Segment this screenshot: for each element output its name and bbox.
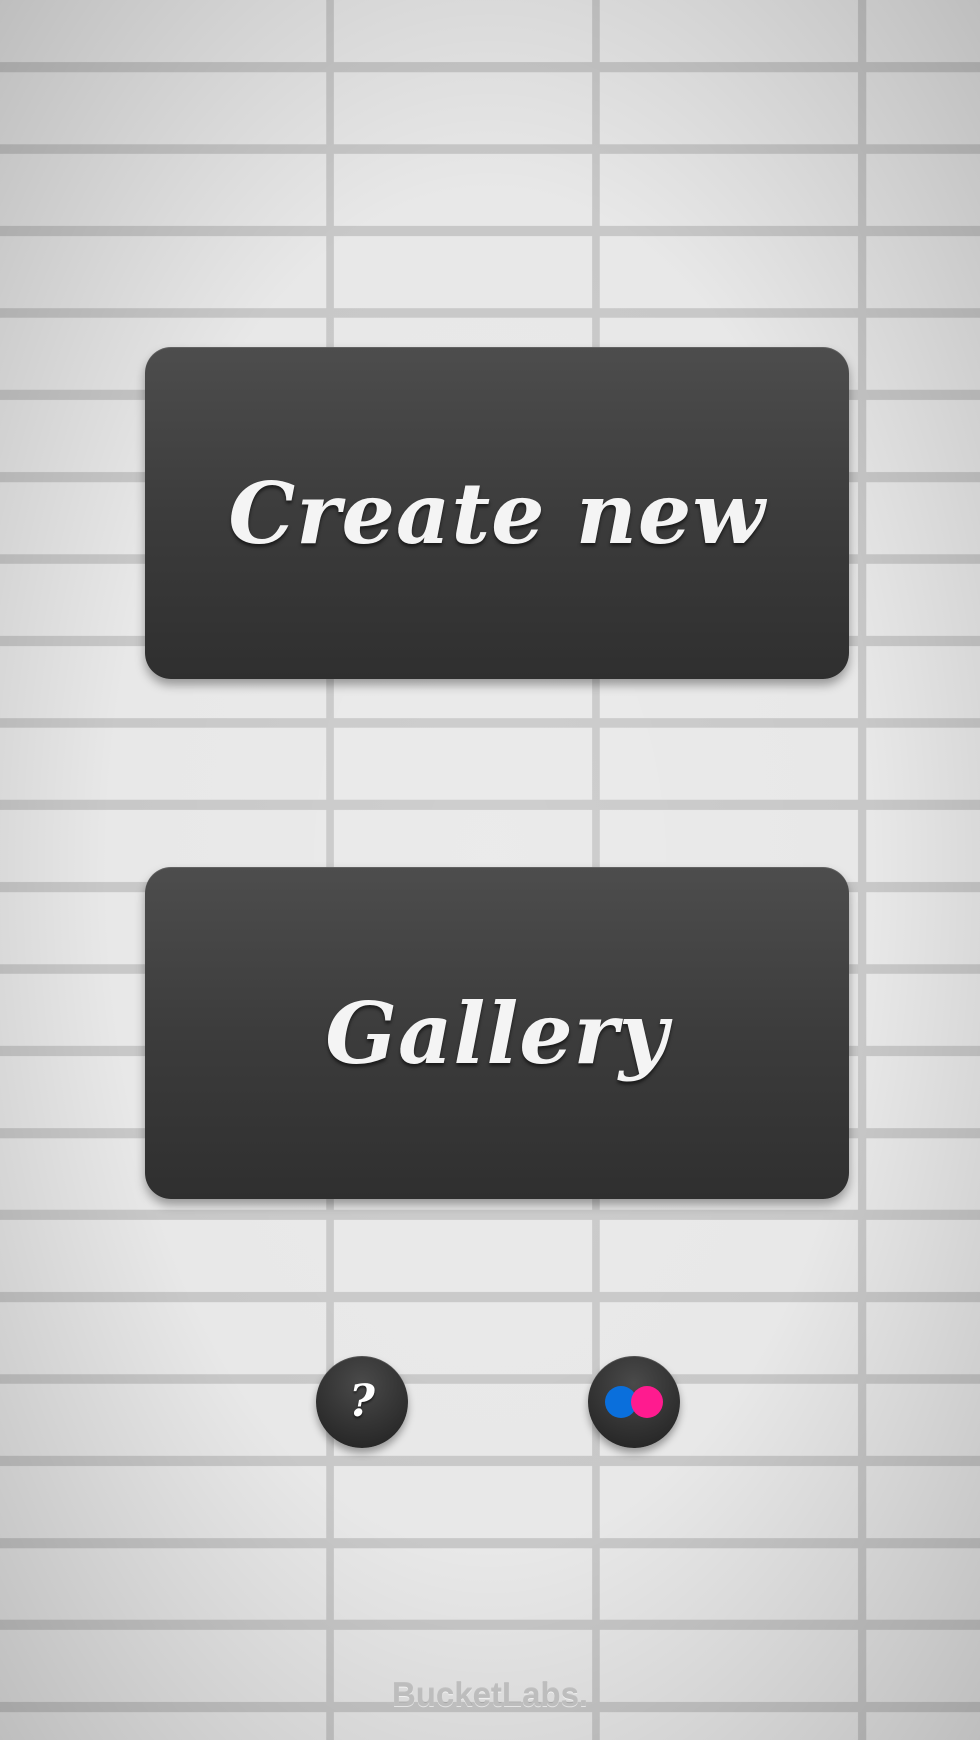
create-new-label: Create new — [228, 463, 766, 563]
help-button[interactable]: ? — [316, 1356, 408, 1448]
brand-logo: BucketLabs. — [391, 1676, 589, 1713]
create-new-button[interactable]: Create new — [145, 347, 849, 679]
gallery-button[interactable]: Gallery — [145, 867, 849, 1199]
flickr-button[interactable] — [588, 1356, 680, 1448]
flickr-pink-dot — [631, 1386, 663, 1418]
gallery-label: Gallery — [325, 983, 669, 1083]
question-mark-icon: ? — [349, 1376, 375, 1427]
flickr-icon — [601, 1384, 667, 1420]
